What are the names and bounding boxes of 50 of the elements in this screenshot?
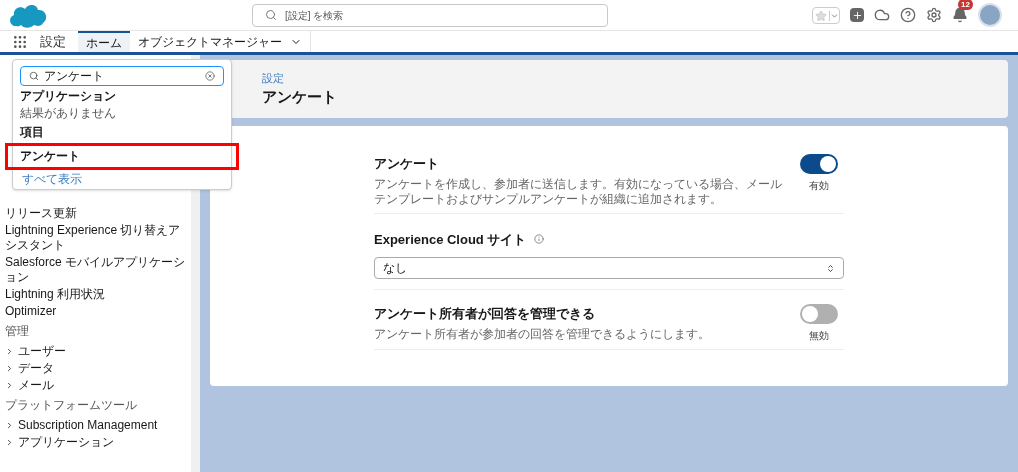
app-name: 設定: [40, 32, 66, 51]
star-icon[interactable]: [815, 9, 827, 22]
toggle-switch[interactable]: [800, 154, 838, 174]
select-field[interactable]: なし: [374, 257, 844, 279]
cloud-icon[interactable]: [874, 7, 890, 23]
sidebar-item[interactable]: データ: [5, 360, 188, 377]
settings-icon[interactable]: [926, 7, 942, 23]
sidebar-item[interactable]: Optimizer: [5, 303, 188, 320]
setting-description: アンケートを作成し、参加者に送信します。有効になっている場合、メールテンプレートおよびサンプルアンケートが組織に追加されます。: [374, 176, 783, 207]
nav-tab[interactable]: オブジェクトマネージャー: [130, 31, 311, 52]
toggle-state-label: 無効: [809, 329, 829, 343]
sidebar-item[interactable]: Subscription Management: [5, 417, 188, 434]
app-launcher-icon[interactable]: [12, 33, 28, 50]
breadcrumb-link[interactable]: 設定: [262, 69, 1008, 86]
result-item[interactable]: アンケート: [5, 143, 239, 170]
sidebar-item[interactable]: アプリケーション: [5, 434, 188, 451]
sidebar-heading: プラットフォームツール: [5, 397, 138, 414]
search-field[interactable]: [設定] を検索: [252, 3, 608, 27]
search-icon: [29, 71, 39, 81]
notification-badge: 12: [958, 0, 973, 10]
cloud-logo-icon[interactable]: [8, 2, 48, 28]
help-icon[interactable]: [900, 7, 916, 23]
sidebar-item[interactable]: ユーザー: [5, 343, 188, 360]
result-section-heading: 項目: [18, 124, 45, 141]
sidebar-item[interactable]: メール: [5, 377, 188, 394]
info-icon[interactable]: [534, 234, 545, 245]
sidebar-heading: 管理: [5, 323, 30, 340]
search-icon: [265, 9, 277, 21]
nav-tab[interactable]: ホーム: [78, 31, 130, 52]
setting-title: アンケート所有者が回答を管理できる: [374, 305, 596, 323]
setting-description: アンケート所有者が参加者の回答を管理できるようにします。: [374, 326, 711, 342]
plus-icon[interactable]: [850, 8, 864, 22]
sidebar-item[interactable]: Salesforce モバイルアプリケーション: [5, 254, 188, 286]
sidebar-item[interactable]: Lightning 利用状況: [5, 286, 188, 303]
show-all-link[interactable]: すべて表示: [13, 172, 231, 187]
page-title: アンケート: [262, 87, 338, 107]
result-section-heading: アプリケーション: [19, 88, 117, 105]
caret-icon[interactable]: [829, 10, 839, 21]
clear-icon: [205, 71, 215, 81]
setting-title: アンケート: [374, 155, 440, 173]
bell-icon[interactable]: [952, 7, 968, 23]
quick-find-field[interactable]: アンケート: [20, 66, 224, 86]
toggle-switch[interactable]: [800, 304, 838, 324]
no-results-text: 結果がありません: [19, 105, 117, 122]
sidebar-item[interactable]: リリース更新: [5, 205, 188, 222]
setting-title: Experience Cloud サイト: [374, 230, 527, 249]
avatar[interactable]: [978, 3, 1002, 27]
select-arrows-icon: [826, 263, 835, 273]
toggle-state-label: 有効: [809, 179, 829, 193]
sidebar-item[interactable]: Lightning Experience 切り替えアシスタント: [5, 222, 188, 254]
